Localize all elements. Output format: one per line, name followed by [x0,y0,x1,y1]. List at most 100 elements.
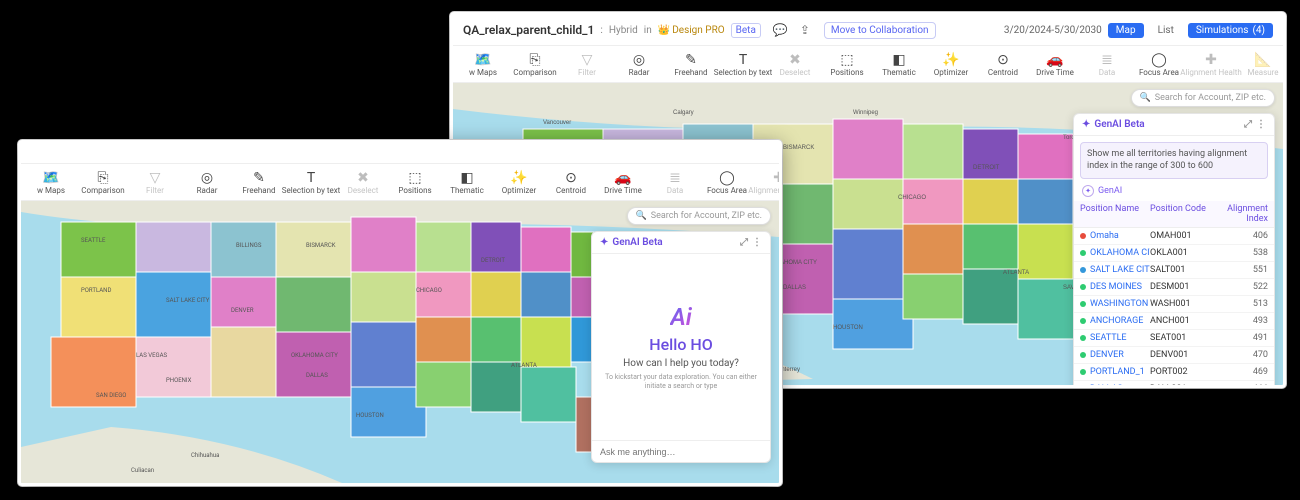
cell-position-name: DENVER [1080,350,1150,360]
tool-icon: 🗺️ [42,170,59,186]
tool-label: Positions [830,68,863,77]
tool-label: Comparison [513,68,556,77]
view-list-button[interactable]: List [1150,23,1182,38]
cell-alignment-index: 513 [1220,299,1268,309]
tool-centroid[interactable]: ⊙Centroid [977,46,1029,82]
col-alignment-index[interactable]: Alignment Index [1220,204,1268,224]
tool-optimizer[interactable]: ✨Optimizer [493,164,545,200]
expand-icon[interactable]: ⤢ [1244,119,1252,130]
view-map-button[interactable]: Map [1108,23,1144,38]
genai-prompt: Show me all territories having alignment… [1080,142,1268,179]
tool-optimizer[interactable]: ✨Optimizer [925,46,977,82]
table-row[interactable]: OmahaOMAH001406 [1074,228,1274,245]
col-position-code[interactable]: Position Code [1150,204,1220,224]
cell-position-name: SALT LAKE CITY [1080,265,1150,275]
tool-label: Measure [1248,68,1279,77]
tool-icon: 🚗 [614,170,631,186]
col-position-name[interactable]: Position Name [1080,204,1150,224]
cell-position-code: PORT002 [1150,367,1220,377]
tool-w-maps[interactable]: 🗺️w Maps [25,164,77,200]
tool-positions[interactable]: ⬚Positions [389,164,441,200]
tool-icon: T [307,170,315,186]
tool-label: Centroid [556,186,586,195]
cell-position-code: ANCH001 [1150,316,1220,326]
svg-text:Vancouver: Vancouver [543,120,571,126]
tool-freehand[interactable]: ✎Freehand [665,46,717,82]
toolbar: 🗺️w Maps⎘Comparison▽Filter◎Radar✎Freehan… [21,164,779,201]
table-row[interactable]: OKLAHOMA CITYOKLA001538 [1074,245,1274,262]
genai-source-badge: ✦GenAI [1074,185,1274,201]
cell-position-code: SEAT001 [1150,333,1220,343]
move-collaboration-button[interactable]: Move to Collaboration [824,22,936,39]
svg-text:Culiacan: Culiacan [131,467,154,474]
table-row[interactable]: DALLASDALL001466 [1074,381,1274,385]
map-search-input[interactable]: 🔍 Search for Account, ZIP etc. [1131,89,1276,107]
status-dot [1080,284,1086,290]
tool-icon: 📐 [1254,52,1271,68]
app-window-greeting: 🗺️w Maps⎘Comparison▽Filter◎Radar✎Freehan… [18,140,782,486]
table-row[interactable]: ANCHORAGEANCH001493 [1074,313,1274,330]
expand-icon[interactable]: ⤢ [740,237,748,248]
tool-centroid[interactable]: ⊙Centroid [545,164,597,200]
more-icon[interactable]: ⋮ [1256,119,1266,130]
tool-label: Deselect [348,186,379,195]
genai-input[interactable] [598,446,768,458]
simulations-button[interactable]: Simulations(4) [1188,23,1273,38]
tool-icon: T [739,52,747,68]
tool-radar[interactable]: ◎Radar [613,46,665,82]
tool-icon: ◧ [892,52,905,68]
tool-thematic[interactable]: ◧Thematic [441,164,493,200]
results-table-header: Position Name Position Code Alignment In… [1074,201,1274,228]
tool-icon: ✎ [253,170,265,186]
tool-focus-area[interactable]: ◯Focus Area [1133,46,1185,82]
tool-drive-time[interactable]: 🚗Drive Time [597,164,649,200]
status-dot [1080,250,1086,256]
tool-thematic[interactable]: ◧Thematic [873,46,925,82]
share-icon[interactable]: ⇪ [800,23,810,37]
map-search-input[interactable]: 🔍 Search for Account, ZIP etc. [627,207,772,225]
svg-text:DALLAS: DALLAS [783,285,806,291]
tool-comparison[interactable]: ⎘Comparison [509,46,561,82]
genai-greeting-panel: ✦ GenAI Beta ⤢⋮ Ai Hello HO How can I he… [591,231,771,463]
table-row[interactable]: DES MOINESDESM001522 [1074,279,1274,296]
comment-icon[interactable]: 💬 [773,23,788,37]
svg-text:BISMARCK: BISMARCK [783,145,814,151]
cell-alignment-index: 469 [1220,367,1268,377]
svg-text:DENVER: DENVER [231,307,254,314]
table-row[interactable]: DENVERDENV001470 [1074,347,1274,364]
svg-text:ATLANTA: ATLANTA [1003,270,1029,276]
tool-radar[interactable]: ◎Radar [181,164,233,200]
tool-icon: ≣ [1101,52,1113,68]
tool-label: Data [1099,68,1116,77]
svg-text:LAS VEGAS: LAS VEGAS [136,352,167,359]
tool-label: Optimizer [502,186,536,195]
tool-filter: ▽Filter [129,164,181,200]
tool-selection-by-text[interactable]: TSelection by text [717,46,769,82]
date-range: 3/20/2024-5/30/2030 [1004,25,1102,36]
tool-icon: ✨ [942,52,959,68]
tool-freehand[interactable]: ✎Freehand [233,164,285,200]
tool-positions[interactable]: ⬚Positions [821,46,873,82]
tool-comparison[interactable]: ⎘Comparison [77,164,129,200]
table-row[interactable]: SALT LAKE CITYSALT001551 [1074,262,1274,279]
more-icon[interactable]: ⋮ [752,237,762,248]
svg-text:SEATTLE: SEATTLE [81,237,106,244]
tool-selection-by-text[interactable]: TSelection by text [285,164,337,200]
table-row[interactable]: WASHINGTONWASH001513 [1074,296,1274,313]
tool-label: Selection by text [714,68,773,77]
status-dot [1080,335,1086,341]
table-row[interactable]: PORTLAND_1PORT002469 [1074,364,1274,381]
svg-text:DALLAS: DALLAS [306,372,328,379]
cell-position-name: DES MOINES [1080,282,1150,292]
tool-label: Focus Area [1139,68,1179,77]
table-row[interactable]: SEATTLESEAT001491 [1074,330,1274,347]
cell-alignment-index: 406 [1220,231,1268,241]
tool-drive-time[interactable]: 🚗Drive Time [1029,46,1081,82]
tool-icon: ◎ [633,52,645,68]
tool-label: Data [667,186,684,195]
tool-icon: 🚗 [1046,52,1063,68]
tool-w-maps[interactable]: 🗺️w Maps [457,46,509,82]
tool-focus-area[interactable]: ◯Focus Area [701,164,753,200]
greeting-hello: Hello HO [649,335,713,354]
cell-alignment-index: 522 [1220,282,1268,292]
